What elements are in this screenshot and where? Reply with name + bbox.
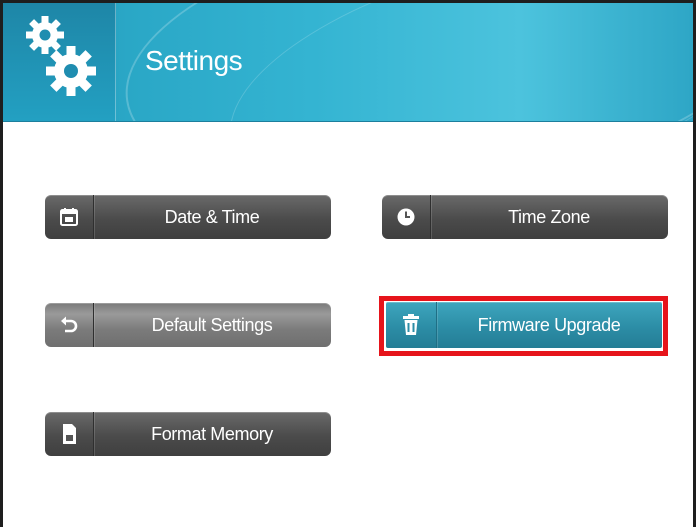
time-zone-label: Time Zone <box>508 206 590 227</box>
settings-window: Settings Date & Time Time Zone Default S… <box>0 0 696 527</box>
default-settings-button[interactable]: Default Settings <box>45 303 331 347</box>
reset-arrow-icon <box>45 303 94 347</box>
date-time-label: Date & Time <box>164 206 260 227</box>
time-zone-button[interactable]: Time Zone <box>382 195 668 239</box>
page-title: Settings <box>145 45 243 76</box>
memory-card-icon <box>45 412 94 456</box>
selection-highlight <box>379 296 668 356</box>
date-time-button[interactable]: Date & Time <box>45 195 331 239</box>
header-icon-area <box>3 3 116 121</box>
format-memory-label: Format Memory <box>151 423 273 444</box>
calendar-icon <box>45 195 94 239</box>
format-memory-button[interactable]: Format Memory <box>45 412 331 456</box>
clock-icon <box>382 195 431 239</box>
default-settings-label: Default Settings <box>151 314 273 335</box>
settings-header: Settings <box>3 3 693 122</box>
gears-icon <box>21 13 101 103</box>
